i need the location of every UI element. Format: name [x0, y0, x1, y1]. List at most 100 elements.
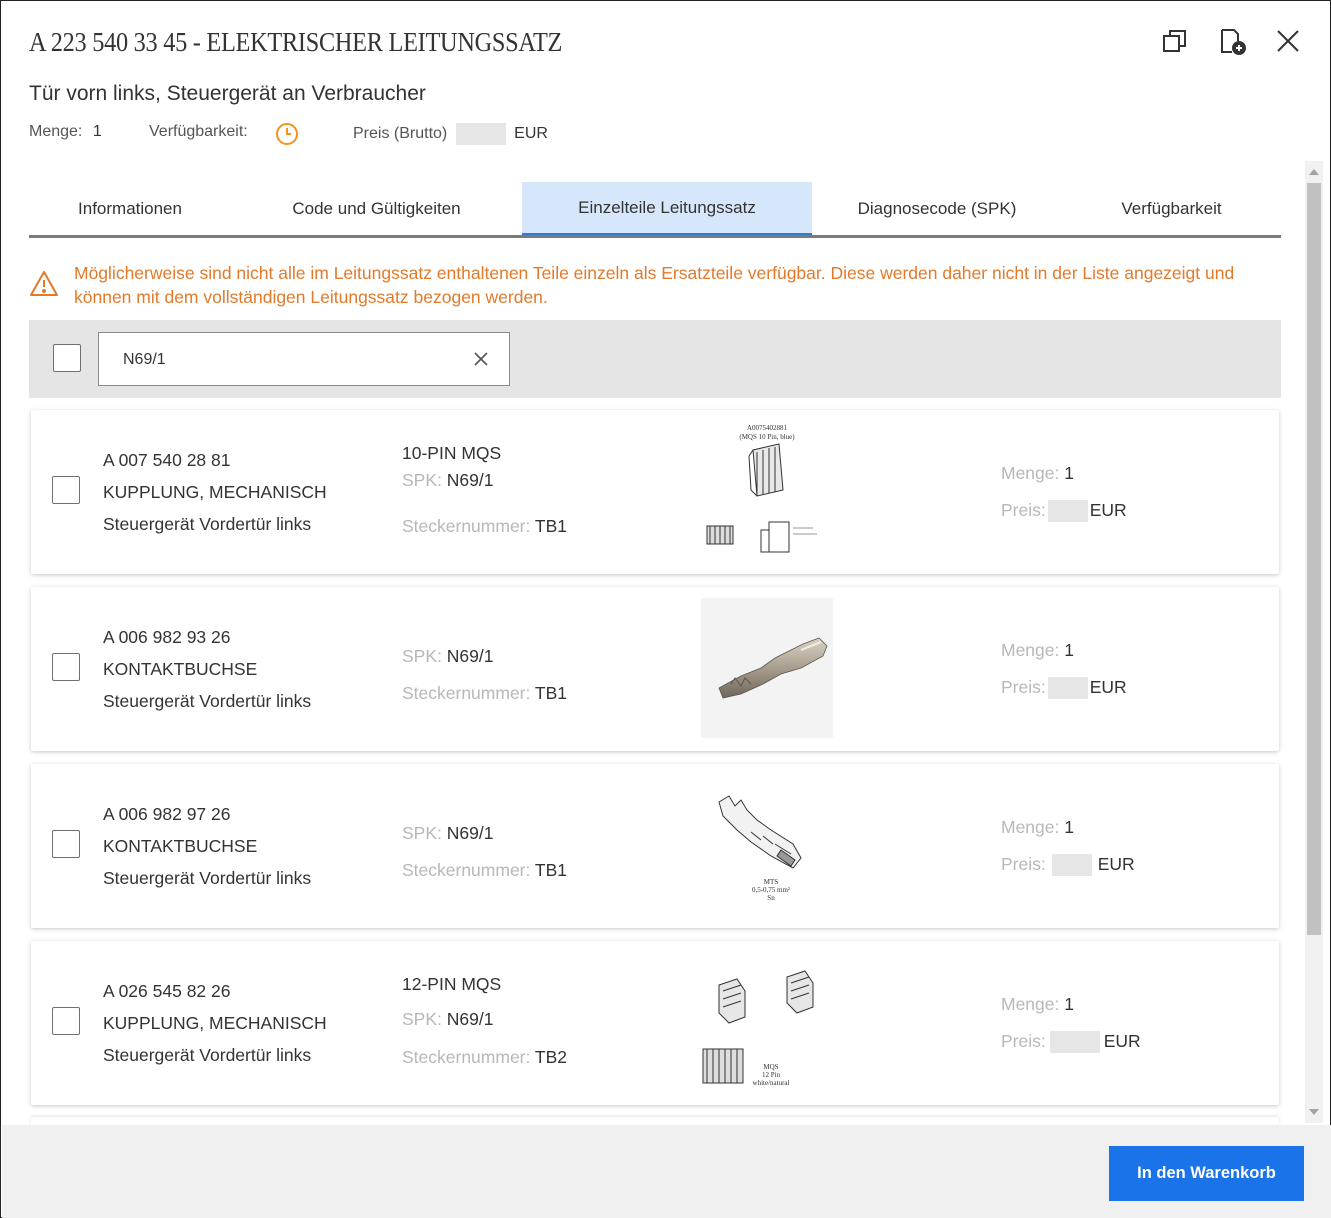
tab-diagnosecode[interactable]: Diagnosecode (SPK): [812, 182, 1062, 235]
preis-line: Preis: EUR: [1001, 1031, 1141, 1054]
scroll-up-icon[interactable]: [1309, 169, 1319, 175]
preis-label: Preis:: [1001, 854, 1046, 874]
part-image: MQS 12 Pin white/natural: [701, 951, 833, 1091]
part-image: [701, 598, 833, 738]
quantity-meta: Menge: 1: [29, 123, 102, 141]
preis-currency: EUR: [1089, 677, 1127, 697]
part-location: Steuergerät Vordertür links: [103, 514, 312, 534]
part-checkbox[interactable]: [52, 653, 80, 681]
spk-line: SPK: N69/1: [402, 646, 493, 667]
search-field: [98, 332, 510, 386]
stecker-label: Steckernummer:: [402, 860, 531, 880]
preis-currency: EUR: [1097, 854, 1135, 874]
add-to-cart-button[interactable]: In den Warenkorb: [1109, 1146, 1304, 1201]
price-label: Preis (Brutto): [353, 125, 448, 143]
menge-value: 1: [1064, 994, 1074, 1014]
part-info: A 006 982 93 26 KONTAKTBUCHSE Steuergerä…: [103, 626, 311, 722]
part-checkbox[interactable]: [52, 1007, 80, 1035]
scrollbar[interactable]: [1305, 161, 1323, 1123]
tab-informationen[interactable]: Informationen: [29, 182, 231, 235]
spk-line: SPK: N69/1: [402, 470, 493, 491]
dialog-subtitle: Tür vorn links, Steuergerät an Verbrauch…: [29, 82, 426, 105]
warning-message: Möglicherweise sind nicht alle im Leitun…: [74, 263, 1235, 307]
part-type: 12-PIN MQS: [402, 974, 502, 994]
menge-line: Menge: 1: [1001, 640, 1074, 661]
part-name: KUPPLUNG, MECHANISCH: [103, 482, 327, 502]
part-card: A 006 982 93 26 KONTAKTBUCHSE Steuergerä…: [31, 587, 1279, 751]
image-caption-3: white/natural: [753, 1079, 790, 1087]
spk-label: SPK:: [402, 823, 442, 843]
image-caption-top: A0075402881: [747, 424, 788, 432]
menge-label: Menge:: [1001, 817, 1060, 837]
spk-label: SPK:: [402, 646, 442, 666]
warning-icon: [29, 269, 59, 297]
stecker-line: Steckernummer: TB1: [402, 683, 567, 704]
spk-label: SPK:: [402, 470, 442, 490]
image-caption-2: 12 Pin: [762, 1071, 781, 1079]
stecker-value: TB1: [534, 516, 568, 536]
image-caption-sub: (MQS 10 Pin, blue): [739, 433, 795, 441]
part-checkbox[interactable]: [52, 830, 80, 858]
tab-bar: Informationen Code und Gültigkeiten Einz…: [29, 182, 1281, 238]
part-card-partial: [31, 1117, 1279, 1125]
tab-code-und-gueltigkeiten[interactable]: Code und Gültigkeiten: [231, 182, 522, 235]
menge-label: Menge:: [1001, 640, 1060, 660]
add-document-icon[interactable]: [1218, 27, 1246, 55]
price-redacted: [1047, 677, 1088, 700]
part-image: MTS 0,5-0,75 mm² Sn: [701, 774, 833, 914]
stecker-label: Steckernummer:: [402, 683, 531, 703]
part-info: A 007 540 28 81 KUPPLUNG, MECHANISCH Ste…: [103, 449, 327, 545]
part-location: Steuergerät Vordertür links: [103, 868, 312, 888]
menge-label: Menge:: [1001, 994, 1060, 1014]
part-card: A 026 545 82 26 KUPPLUNG, MECHANISCH Ste…: [31, 941, 1279, 1105]
part-number: A 006 982 97 26: [103, 804, 231, 824]
price-redacted: [455, 123, 506, 145]
price-meta: Preis (Brutto) EUR: [353, 123, 548, 145]
part-name: KONTAKTBUCHSE: [103, 659, 258, 679]
tab-einzelteile-leitungssatz[interactable]: Einzelteile Leitungssatz: [522, 182, 812, 235]
menge-line: Menge: 1: [1001, 463, 1074, 484]
filter-bar: [29, 320, 1281, 398]
preis-line: Preis: EUR: [1001, 500, 1127, 523]
image-caption-1: MTS: [764, 878, 779, 886]
tab-verfuegbarkeit[interactable]: Verfügbarkeit: [1062, 182, 1281, 235]
stecker-line: Steckernummer: TB2: [402, 1047, 567, 1068]
stecker-value: TB1: [534, 683, 568, 703]
image-caption-1: MQS: [763, 1063, 778, 1071]
stecker-value: TB2: [534, 1047, 568, 1067]
quantity-label: Menge:: [29, 123, 83, 140]
part-number: A 007 540 28 81: [103, 450, 231, 470]
price-redacted: [1047, 500, 1088, 523]
preis-line: Preis: EUR: [1001, 677, 1127, 700]
clock-icon[interactable]: [275, 122, 299, 146]
search-input[interactable]: [123, 347, 453, 373]
part-checkbox[interactable]: [52, 476, 80, 504]
part-card: A 007 540 28 81 KUPPLUNG, MECHANISCH Ste…: [31, 410, 1279, 574]
price-redacted: [1051, 854, 1092, 877]
preis-label: Preis:: [1001, 500, 1046, 520]
part-type: 10-PIN MQS: [402, 443, 502, 463]
select-all-checkbox[interactable]: [53, 344, 81, 372]
preis-currency: EUR: [1089, 500, 1127, 520]
restore-window-icon[interactable]: [1161, 27, 1189, 55]
stecker-label: Steckernummer:: [402, 1047, 531, 1067]
menge-line: Menge: 1: [1001, 994, 1074, 1015]
image-caption-3: Sn: [767, 894, 775, 902]
part-detail-dialog: A 223 540 33 45 - ELEKTRISCHER LEITUNGSS…: [0, 0, 1331, 1218]
clear-search-icon[interactable]: [471, 349, 491, 369]
preis-line: Preis: EUR: [1001, 854, 1135, 877]
part-number: A 006 982 93 26: [103, 627, 231, 647]
spk-value: N69/1: [446, 646, 494, 666]
close-icon[interactable]: [1274, 27, 1302, 55]
menge-value: 1: [1064, 640, 1074, 660]
stecker-value: TB1: [534, 860, 568, 880]
stecker-line: Steckernummer: TB1: [402, 516, 567, 537]
menge-value: 1: [1064, 463, 1074, 483]
stecker-line: Steckernummer: TB1: [402, 860, 567, 881]
scroll-down-icon[interactable]: [1309, 1109, 1319, 1115]
scrollbar-thumb[interactable]: [1307, 183, 1321, 935]
preis-label: Preis:: [1001, 1031, 1046, 1051]
part-location: Steuergerät Vordertür links: [103, 691, 312, 711]
availability-label: Verfügbarkeit:: [149, 123, 248, 140]
spk-value: N69/1: [446, 470, 494, 490]
